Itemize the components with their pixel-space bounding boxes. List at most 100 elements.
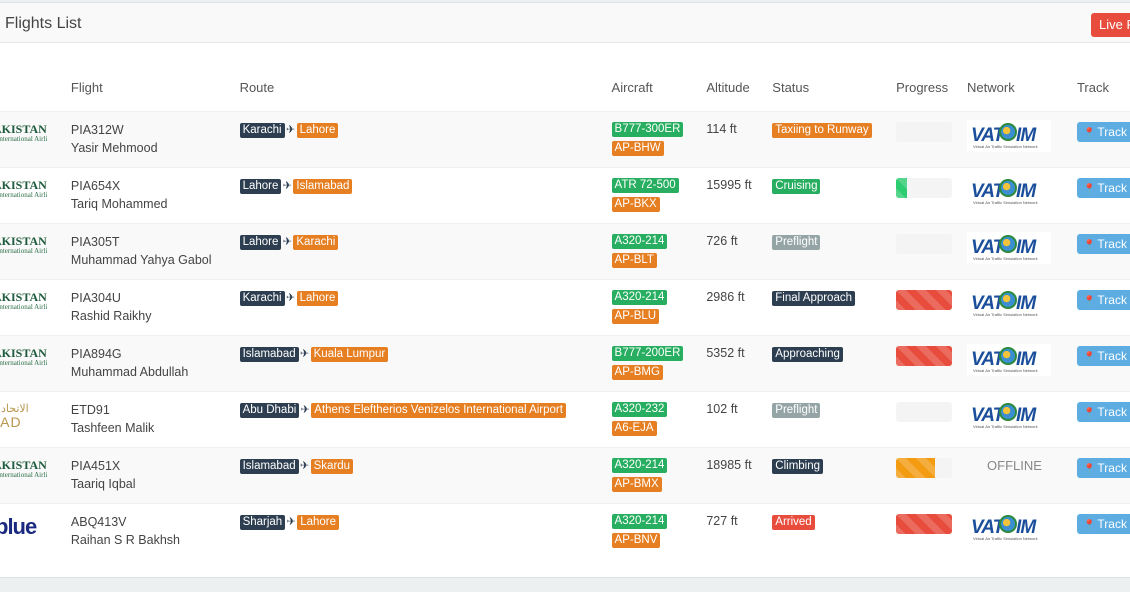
route-destination: Lahore bbox=[296, 290, 339, 306]
airline-logo: AKISTANInternational Airlines bbox=[0, 458, 47, 484]
flight-number: ETD91 bbox=[70, 402, 110, 417]
flight-number: PIA451X bbox=[70, 458, 121, 473]
column-header-aircraft: Aircraft bbox=[611, 80, 653, 96]
column-header-route: Route bbox=[239, 80, 275, 96]
flight-number: PIA654X bbox=[70, 178, 121, 193]
progress-bar bbox=[896, 345, 953, 366]
altitude-value: 726 ft bbox=[706, 233, 738, 248]
progress-bar-fill bbox=[896, 345, 953, 366]
pilot-name: Muhammad Abdullah bbox=[70, 364, 189, 379]
flights-table: Flight Route Aircraft Altitude Status Pr… bbox=[0, 65, 1130, 559]
panel-heading: Flights List Live F bbox=[0, 3, 1130, 43]
table-row[interactable]: AKISTANInternational Airlines PIA894G Mu… bbox=[0, 334, 1130, 391]
flight-number: PIA312W bbox=[70, 122, 124, 137]
flight-number: PIA305T bbox=[70, 234, 120, 249]
pilot-name: Taariq Iqbal bbox=[70, 476, 136, 491]
map-marker-icon: 📍 bbox=[1082, 183, 1096, 195]
map-marker-icon: 📍 bbox=[1082, 295, 1096, 307]
altitude-value: 18985 ft bbox=[706, 457, 752, 472]
altitude-value: 5352 ft bbox=[706, 345, 745, 360]
track-flight-button[interactable]: 📍Track F bbox=[1076, 345, 1130, 366]
table-row[interactable]: AKISTANInternational Airlines PIA304U Ra… bbox=[0, 278, 1130, 335]
column-header-status: Status bbox=[772, 80, 810, 96]
status-badge: Final Approach bbox=[772, 290, 855, 306]
track-label: Track F bbox=[1097, 292, 1130, 307]
track-label: Track F bbox=[1097, 180, 1130, 195]
altitude-value: 727 ft bbox=[706, 513, 738, 528]
pilot-name: Tariq Mohammed bbox=[70, 196, 168, 211]
track-flight-button[interactable]: 📍Track F bbox=[1076, 401, 1130, 422]
plane-icon: ✈ bbox=[300, 403, 310, 416]
table-row[interactable]: blue ABQ413V Raihan S R Bakhsh Sharjah ✈ L… bbox=[0, 502, 1130, 559]
table-row[interactable]: AKISTANInternational Airlines PIA451X Ta… bbox=[0, 446, 1130, 503]
flight-number: PIA894G bbox=[70, 346, 122, 361]
vatsim-logo: VAT IM Virtual Air Traffic Simulation Net… bbox=[967, 343, 1052, 376]
vatsim-logo: VAT IM Virtual Air Traffic Simulation Net… bbox=[967, 399, 1052, 432]
aircraft-type: A320-232 bbox=[611, 401, 668, 417]
column-header-airline bbox=[0, 65, 71, 111]
route-destination: Athens Eleftherios Venizelos Internation… bbox=[311, 402, 566, 418]
airline-logo: blue bbox=[0, 514, 47, 540]
aircraft-type: A320-214 bbox=[611, 513, 668, 529]
aircraft-registration: AP-BMG bbox=[611, 364, 663, 380]
map-marker-icon: 📍 bbox=[1082, 127, 1096, 139]
progress-bar-fill bbox=[896, 177, 908, 198]
track-label: Track F bbox=[1097, 236, 1130, 251]
table-row[interactable]: الاتحادHAD ETD91 Tashfeen Malik Abu Dhab… bbox=[0, 390, 1130, 447]
live-flights-button[interactable]: Live F bbox=[1091, 13, 1130, 37]
vatsim-logo: VAT IM Virtual Air Traffic Simulation Net… bbox=[967, 287, 1052, 320]
flights-panel: Flights List Live F Flight Route Aircraf… bbox=[0, 2, 1130, 578]
track-flight-button[interactable]: 📍Track F bbox=[1076, 513, 1130, 534]
network-offline: OFFLINE bbox=[987, 457, 1042, 473]
airline-logo-subtext: HAD bbox=[0, 413, 22, 428]
status-badge: Climbing bbox=[772, 458, 824, 474]
route-origin: Lahore bbox=[239, 234, 282, 250]
column-header-flight: Flight bbox=[70, 80, 103, 96]
aircraft-type: B777-200ER bbox=[611, 345, 684, 361]
route-destination: Kuala Lumpur bbox=[310, 346, 389, 362]
route-origin: Sharjah bbox=[239, 514, 286, 530]
progress-bar bbox=[896, 121, 953, 142]
altitude-value: 102 ft bbox=[706, 401, 738, 416]
status-badge: Approaching bbox=[772, 346, 843, 362]
route-origin: Karachi bbox=[239, 122, 285, 138]
vatsim-logo: VAT IM Virtual Air Traffic Simulation Net… bbox=[967, 119, 1052, 152]
track-flight-button[interactable]: 📍Track F bbox=[1076, 177, 1130, 198]
vatsim-logo: VAT IM Virtual Air Traffic Simulation Net… bbox=[967, 231, 1052, 264]
pilot-name: Raihan S R Bakhsh bbox=[70, 532, 180, 547]
plane-icon: ✈ bbox=[285, 123, 296, 136]
flight-number: ABQ413V bbox=[70, 514, 127, 529]
pilot-name: Tashfeen Malik bbox=[70, 420, 155, 435]
map-marker-icon: 📍 bbox=[1082, 351, 1096, 363]
altitude-value: 2986 ft bbox=[706, 289, 745, 304]
table-row[interactable]: AKISTANInternational Airlines PIA305T Mu… bbox=[0, 222, 1130, 279]
vatsim-logo: VAT IM Virtual Air Traffic Simulation Net… bbox=[967, 511, 1052, 544]
track-flight-button[interactable]: 📍Track F bbox=[1076, 233, 1130, 254]
track-flight-button[interactable]: 📍Track F bbox=[1076, 121, 1130, 142]
airline-logo: AKISTANInternational Airlines bbox=[0, 290, 47, 316]
route-destination: Islamabad bbox=[293, 178, 353, 194]
table-body: AKISTANInternational Airlines PIA312W Ya… bbox=[0, 110, 1130, 559]
status-badge: Arrived bbox=[772, 514, 815, 530]
aircraft-type: B777-300ER bbox=[611, 121, 684, 137]
pilot-name: Muhammad Yahya Gabol bbox=[70, 252, 212, 267]
airline-logo-subtext: International Airlines bbox=[0, 190, 47, 199]
route-origin: Abu Dhabi bbox=[239, 402, 300, 418]
column-header-network: Network bbox=[967, 80, 1015, 96]
route-origin: Islamabad bbox=[239, 346, 299, 362]
progress-bar bbox=[896, 401, 953, 422]
table-row[interactable]: AKISTANInternational Airlines PIA312W Ya… bbox=[0, 110, 1130, 167]
pilot-name: Rashid Raikhy bbox=[70, 308, 152, 323]
airline-logo-text: blue bbox=[0, 513, 37, 539]
track-flight-button[interactable]: 📍Track F bbox=[1076, 457, 1130, 478]
table-row[interactable]: AKISTANInternational Airlines PIA654X Ta… bbox=[0, 166, 1130, 223]
track-flight-button[interactable]: 📍Track F bbox=[1076, 289, 1130, 310]
airline-logo-subtext: International Airlines bbox=[0, 246, 47, 255]
map-marker-icon: 📍 bbox=[1082, 239, 1096, 251]
aircraft-registration: AP-BHW bbox=[611, 140, 664, 156]
progress-bar bbox=[896, 177, 953, 198]
route-destination: Karachi bbox=[293, 234, 339, 250]
status-badge: Preflight bbox=[772, 234, 821, 250]
status-badge: Preflight bbox=[772, 402, 821, 418]
altitude-value: 114 ft bbox=[706, 121, 737, 136]
